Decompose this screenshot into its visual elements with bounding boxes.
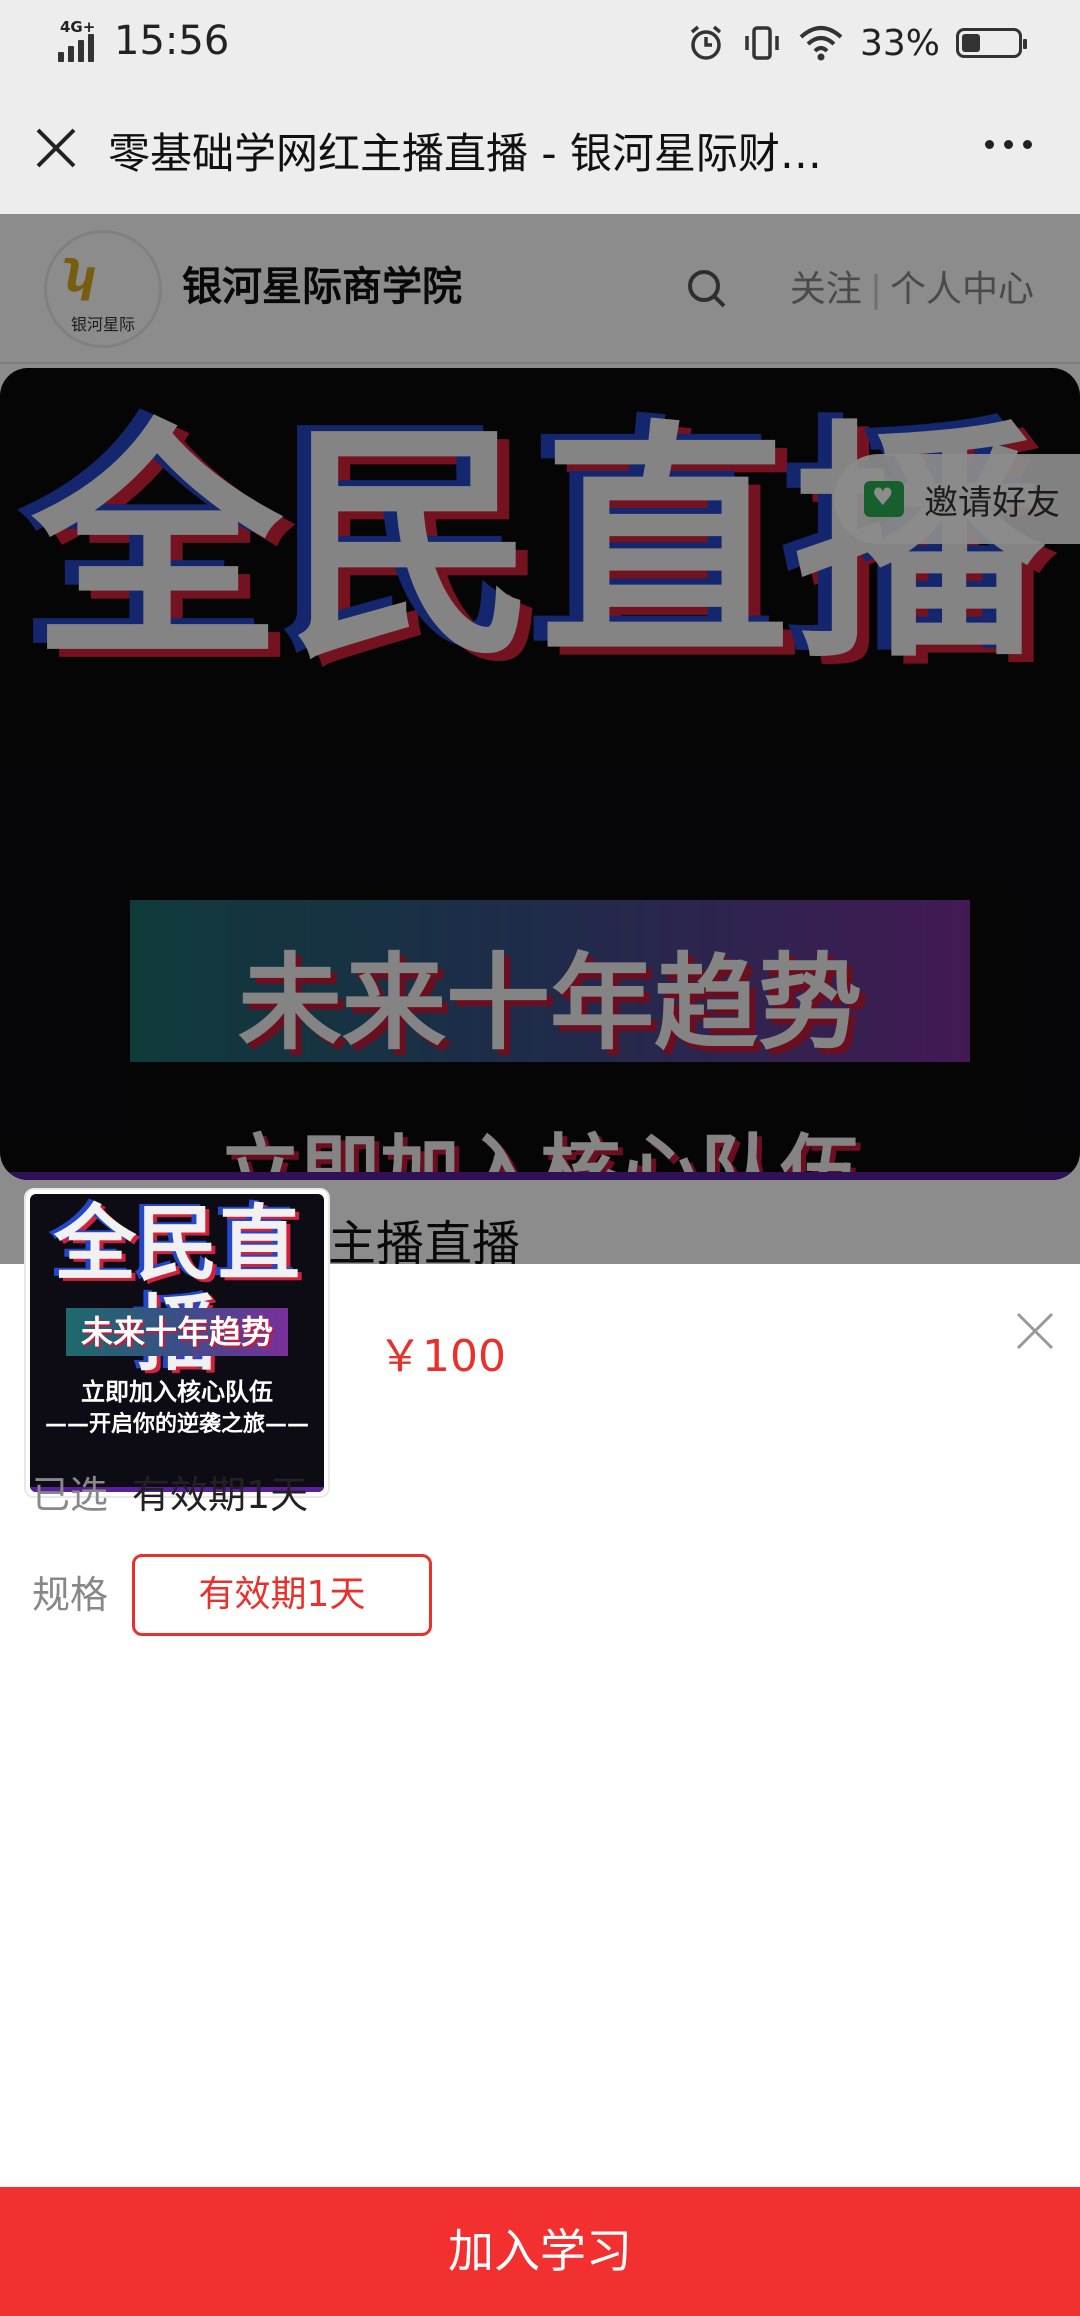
wifi-icon — [799, 26, 843, 61]
sheet-close-icon[interactable] — [1010, 1306, 1060, 1356]
spec-option-button[interactable]: 有效期1天 — [132, 1554, 432, 1636]
vibrate-icon — [745, 26, 779, 60]
selected-label: 已选 — [32, 1473, 109, 1517]
status-bar: 4G+ 15:56 33% — [0, 0, 1080, 86]
purchase-sheet: 全民直播 未来十年趋势 立即加入核心队伍 ——开启你的逆袭之旅—— ￥100 已… — [0, 1188, 1080, 2316]
spec-label: 规格 — [32, 1573, 109, 1617]
product-thumbnail: 全民直播 未来十年趋势 立即加入核心队伍 ——开启你的逆袭之旅—— — [24, 1188, 330, 1498]
price: ￥100 — [378, 1331, 506, 1382]
alarm-icon — [690, 25, 722, 60]
thumb-line-1: 立即加入核心队伍 — [81, 1378, 273, 1406]
battery-percent: 33% — [859, 22, 940, 64]
clock: 15:56 — [114, 18, 230, 64]
thumb-strip-text: 未来十年趋势 — [66, 1308, 288, 1356]
battery-icon — [956, 28, 1027, 58]
join-study-button[interactable]: 加入学习 — [0, 2187, 1080, 2316]
more-icon[interactable] — [985, 140, 1032, 149]
close-icon[interactable] — [30, 122, 82, 174]
status-icons: 33% — [686, 18, 1027, 68]
cellular-signal-icon: 4G+ — [58, 18, 104, 62]
modal-overlay[interactable] — [0, 214, 1080, 1264]
selected-value: 有效期1天 — [132, 1473, 309, 1517]
webview-nav-bar: 零基础学网红主播直播 - 银河星际财… — [0, 86, 1080, 214]
thumb-line-2: ——开启你的逆袭之旅—— — [44, 1412, 309, 1437]
page-title: 零基础学网红主播直播 - 银河星际财… — [108, 129, 822, 178]
